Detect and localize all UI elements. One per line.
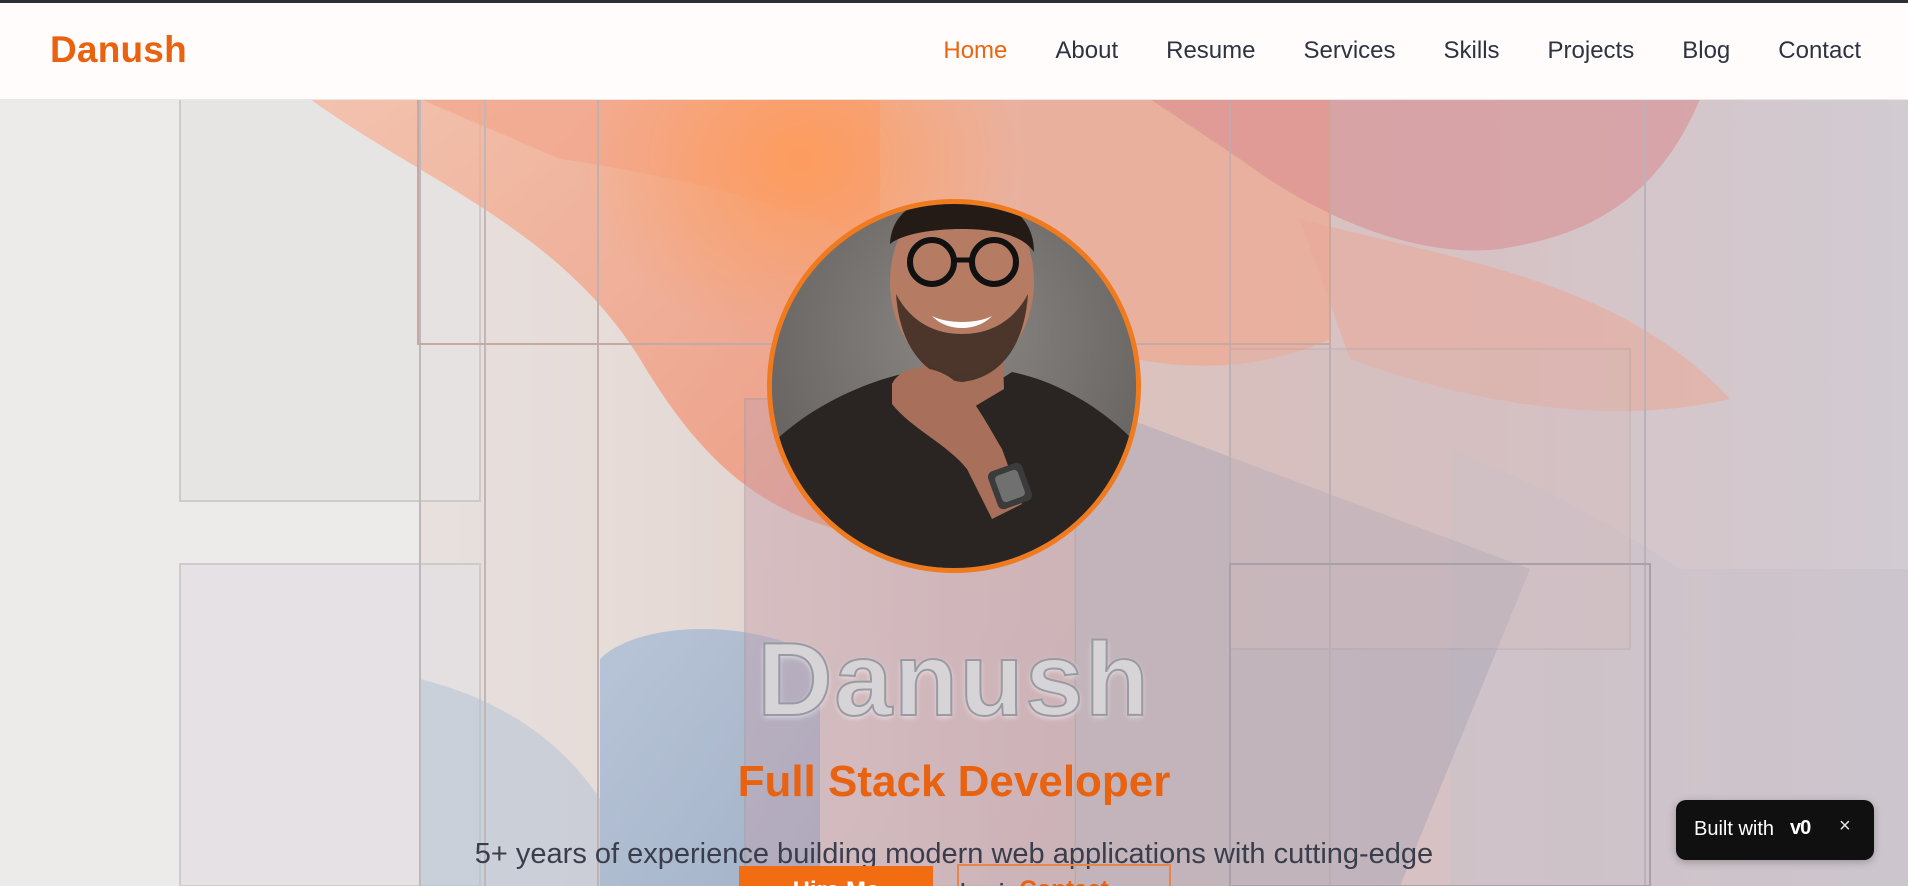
nav-item-blog[interactable]: Blog — [1682, 37, 1730, 65]
hire-me-button[interactable]: Hire Me — [739, 866, 933, 886]
navbar: Danush Home About Resume Services Skills… — [0, 3, 1908, 100]
browser-top-strip — [0, 0, 1908, 3]
hero-role-heading: Full Stack Developer — [737, 757, 1171, 806]
nav-item-about[interactable]: About — [1055, 37, 1118, 65]
nav-item-home[interactable]: Home — [943, 37, 1007, 65]
nav-item-services[interactable]: Services — [1303, 37, 1395, 65]
profile-photo-image — [772, 204, 1136, 568]
hero-name-heading: Danush — [756, 621, 1151, 739]
built-with-badge[interactable]: Built with v0 × — [1676, 800, 1874, 860]
main-nav: Home About Resume Services Skills Projec… — [895, 37, 1861, 65]
profile-avatar — [767, 199, 1141, 573]
page: Danush Home About Resume Services Skills… — [0, 0, 1908, 886]
hero-description: 5+ years of experience building modern w… — [474, 838, 1434, 886]
contact-button[interactable]: Contact — [957, 864, 1171, 886]
hero-section: Danush Full Stack Developer 5+ years of … — [0, 99, 1908, 886]
nav-item-resume[interactable]: Resume — [1166, 37, 1255, 65]
v0-logo-icon: v0 — [1790, 817, 1811, 839]
badge-label: Built with — [1694, 818, 1775, 840]
close-icon[interactable]: × — [1839, 815, 1851, 838]
nav-item-projects[interactable]: Projects — [1548, 37, 1635, 65]
brand-logo[interactable]: Danush — [50, 29, 187, 71]
nav-item-skills[interactable]: Skills — [1444, 37, 1500, 65]
nav-item-contact[interactable]: Contact — [1778, 37, 1861, 65]
